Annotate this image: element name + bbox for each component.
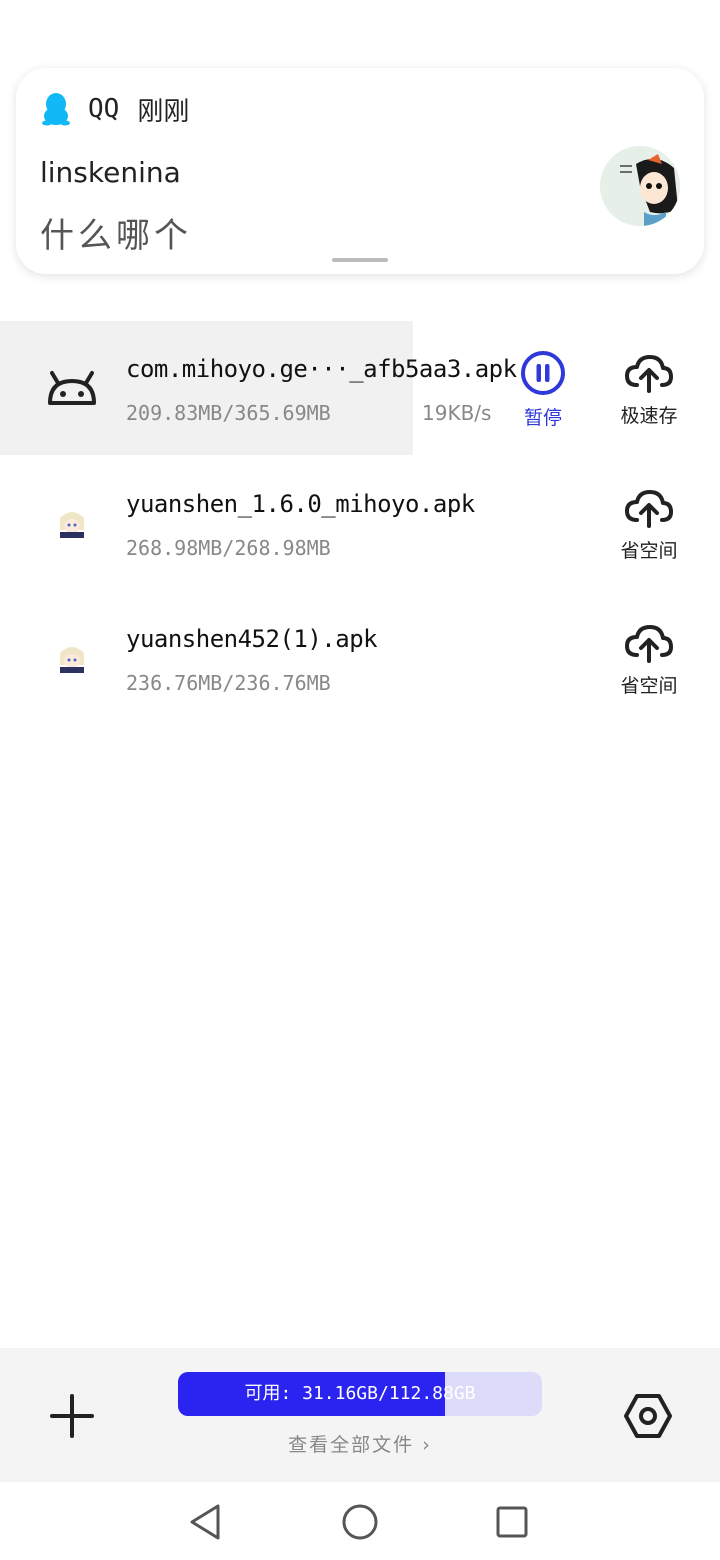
home-icon[interactable] [340, 1502, 380, 1542]
recents-icon[interactable] [492, 1502, 532, 1542]
bottom-toolbar: 可用: 31.16GB/112.88GB 查看全部文件 › [0, 1348, 720, 1482]
file-size-progress: 209.83MB/365.69MB [126, 401, 331, 425]
game-avatar-icon [58, 510, 86, 538]
system-navigation-bar [0, 1482, 720, 1560]
storage-available-text: 可用: 31.16GB/112.88GB [244, 1383, 476, 1404]
file-size: 268.98MB/268.98MB [126, 536, 331, 560]
file-name: com.mihoyo.ge···_afb5aa3.apk [126, 355, 517, 383]
sender-avatar [600, 146, 680, 226]
file-name: yuanshen452(1).apk [126, 625, 378, 653]
save-space-label: 省空间 [620, 540, 678, 562]
save-space-button[interactable]: 省空间 [604, 621, 694, 698]
notification-header: QQ 刚刚 [42, 92, 190, 127]
drag-handle[interactable] [332, 258, 388, 262]
notification-time: 刚刚 [137, 96, 190, 127]
cloud-upload-icon [625, 490, 673, 528]
file-row[interactable]: yuanshen_1.6.0_mihoyo.apk 268.98MB/268.9… [0, 456, 720, 590]
view-all-files-link[interactable]: 查看全部文件 › [0, 1430, 720, 1457]
pause-label: 暂停 [523, 407, 562, 429]
pause-button[interactable]: 暂停 [498, 349, 588, 430]
notification-app-name: QQ [88, 94, 120, 124]
save-space-button[interactable]: 省空间 [604, 486, 694, 563]
cloud-upload-icon [625, 625, 673, 663]
fast-save-label: 极速存 [620, 405, 678, 427]
download-speed: 19KB/s [422, 401, 492, 425]
settings-hexagon-icon[interactable] [622, 1390, 674, 1442]
save-space-label: 省空间 [620, 675, 678, 697]
file-name: yuanshen_1.6.0_mihoyo.apk [126, 490, 475, 518]
notification-sender: linskenina [40, 156, 181, 189]
qq-notification-card[interactable]: QQ 刚刚 linskenina 什么哪个 [16, 68, 704, 274]
pause-icon [521, 351, 565, 395]
android-icon [48, 371, 96, 405]
file-size: 236.76MB/236.76MB [126, 671, 331, 695]
file-row[interactable]: yuanshen452(1).apk 236.76MB/236.76MB 省空间 [0, 591, 720, 725]
notification-message: 什么哪个 [40, 216, 192, 256]
back-icon[interactable] [186, 1502, 226, 1542]
qq-penguin-icon [42, 93, 70, 126]
game-avatar-icon [58, 645, 86, 673]
storage-indicator[interactable]: 可用: 31.16GB/112.88GB [178, 1372, 542, 1416]
cloud-upload-icon [625, 355, 673, 393]
file-row-downloading[interactable]: com.mihoyo.ge···_afb5aa3.apk 209.83MB/36… [0, 321, 720, 455]
fast-save-button[interactable]: 极速存 [604, 351, 694, 428]
